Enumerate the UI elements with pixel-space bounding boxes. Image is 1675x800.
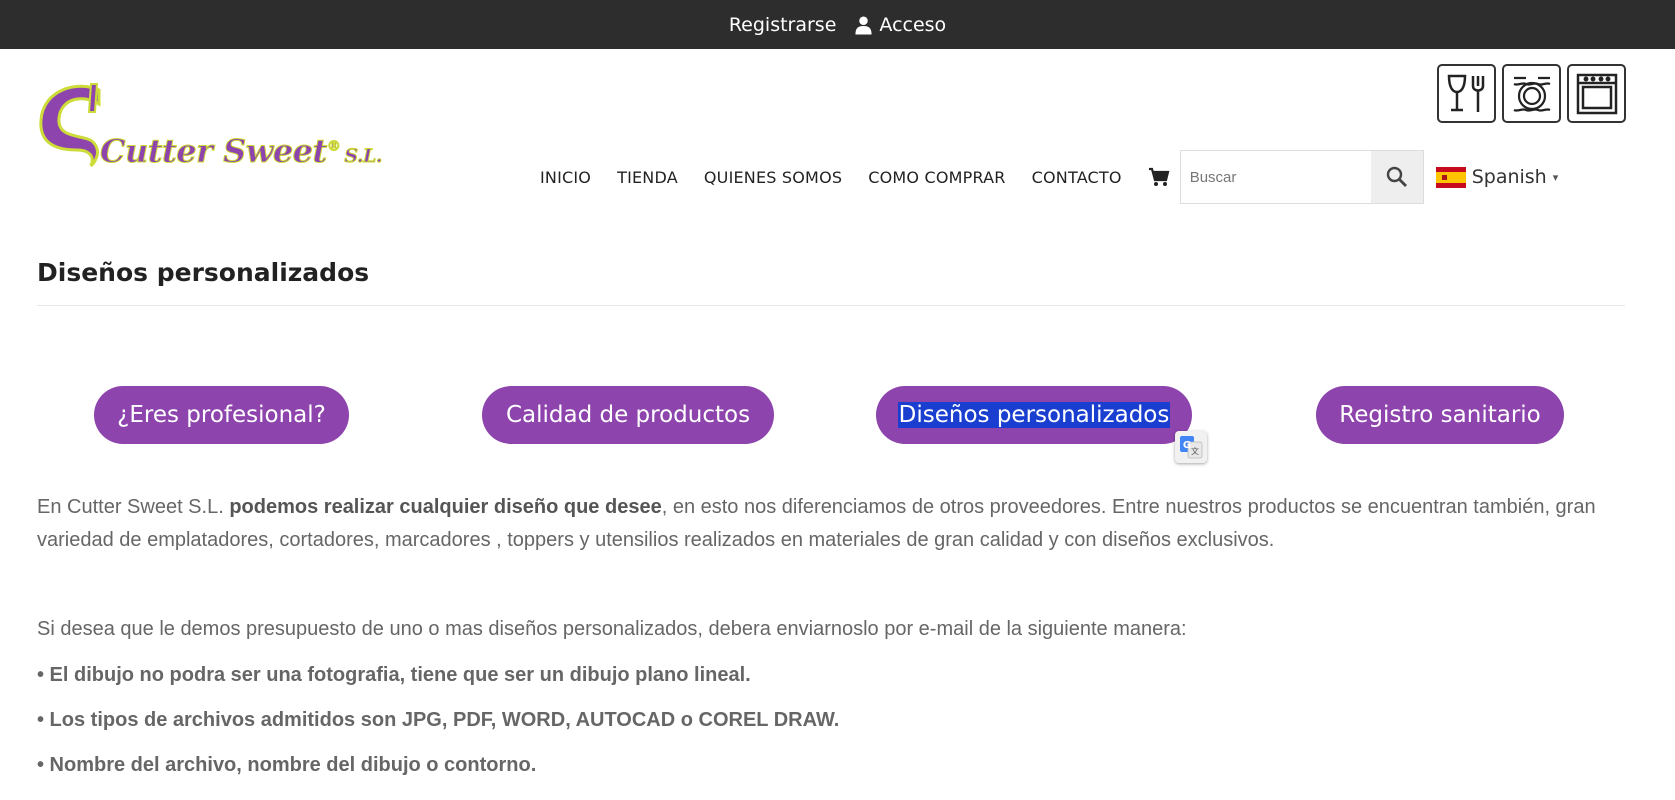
logo-registered: ®: [326, 138, 341, 155]
login-link[interactable]: Acceso: [854, 14, 946, 36]
intro-paragraph: En Cutter Sweet S.L. podemos realizar cu…: [37, 491, 1597, 557]
register-link[interactable]: Registrarse: [729, 14, 837, 36]
login-label: Acceso: [879, 13, 947, 36]
pill-disenos-personalizados[interactable]: Diseños personalizados: [876, 386, 1192, 444]
search-button[interactable]: [1370, 151, 1423, 203]
user-icon: [855, 15, 872, 34]
pill-registro-sanitario[interactable]: Registro sanitario: [1316, 386, 1564, 444]
badge-dishwasher: [1502, 64, 1561, 123]
cart-icon[interactable]: [1148, 166, 1170, 188]
spain-flag-icon: [1435, 166, 1466, 188]
pill-label: Calidad de productos: [505, 402, 751, 428]
nav-contacto[interactable]: CONTACTO: [1032, 168, 1122, 187]
pill-label: Registro sanitario: [1339, 402, 1541, 428]
bullet-item: • El dibujo no podra ser una fotografia,…: [37, 664, 751, 686]
translate-icon: G 文: [1180, 436, 1203, 459]
language-selector[interactable]: Spanish ▾: [1435, 166, 1559, 188]
budget-paragraph: Si desea que le demos presupuesto de uno…: [37, 618, 1187, 640]
svg-text:文: 文: [1191, 446, 1199, 456]
register-label: Registrarse: [728, 13, 837, 36]
bullet-item: • Los tipos de archivos admitidos son JP…: [37, 709, 840, 731]
top-bar: Registrarse Acceso: [0, 0, 1675, 49]
logo-wordmark: Cutter Sweet® S.L.: [100, 132, 383, 171]
pill-calidad-productos[interactable]: Calidad de productos: [482, 386, 774, 444]
search-icon: [1386, 166, 1407, 187]
oven-icon: [1576, 73, 1617, 114]
nav-como-comprar[interactable]: COMO COMPRAR: [868, 168, 1005, 187]
pill-label: ¿Eres profesional?: [117, 402, 326, 428]
title-divider: [37, 305, 1625, 306]
page-title: Diseños personalizados: [37, 258, 370, 287]
bullet-item: • Nombre del archivo, nombre del dibujo …: [37, 754, 537, 776]
glass-fork-icon: [1447, 74, 1484, 112]
search-box: [1179, 150, 1424, 204]
badge-oven: [1567, 64, 1626, 123]
logo-suffix: S.L.: [344, 145, 383, 168]
nav-quienes-somos[interactable]: QUIENES SOMOS: [704, 168, 842, 187]
badge-food-safe: [1437, 64, 1496, 123]
google-translate-button[interactable]: G 文: [1175, 431, 1207, 463]
product-badges: [1437, 64, 1626, 123]
pill-eres-profesional[interactable]: ¿Eres profesional?: [94, 386, 349, 444]
logo-brand: Cutter Sweet: [100, 132, 328, 171]
nav-inicio[interactable]: INICIO: [540, 168, 591, 187]
chevron-down-icon: ▾: [1552, 171, 1559, 184]
language-label: Spanish: [1471, 166, 1547, 188]
site-logo[interactable]: Cutter Sweet® S.L.: [37, 82, 383, 178]
search-input[interactable]: [1180, 151, 1371, 203]
nav-tienda[interactable]: TIENDA: [617, 168, 678, 187]
dishwasher-icon: [1513, 76, 1550, 112]
main-nav: INICIO TIENDA QUIENES SOMOS COMO COMPRAR…: [540, 150, 1558, 204]
intro-bold: podemos realizar cualquier diseño que de…: [229, 496, 662, 518]
intro-prefix: En Cutter Sweet S.L.: [37, 496, 230, 518]
logo-initial: [39, 83, 101, 168]
pill-label-selected: Diseños personalizados: [897, 402, 1171, 428]
svg-text:G: G: [1183, 440, 1191, 451]
